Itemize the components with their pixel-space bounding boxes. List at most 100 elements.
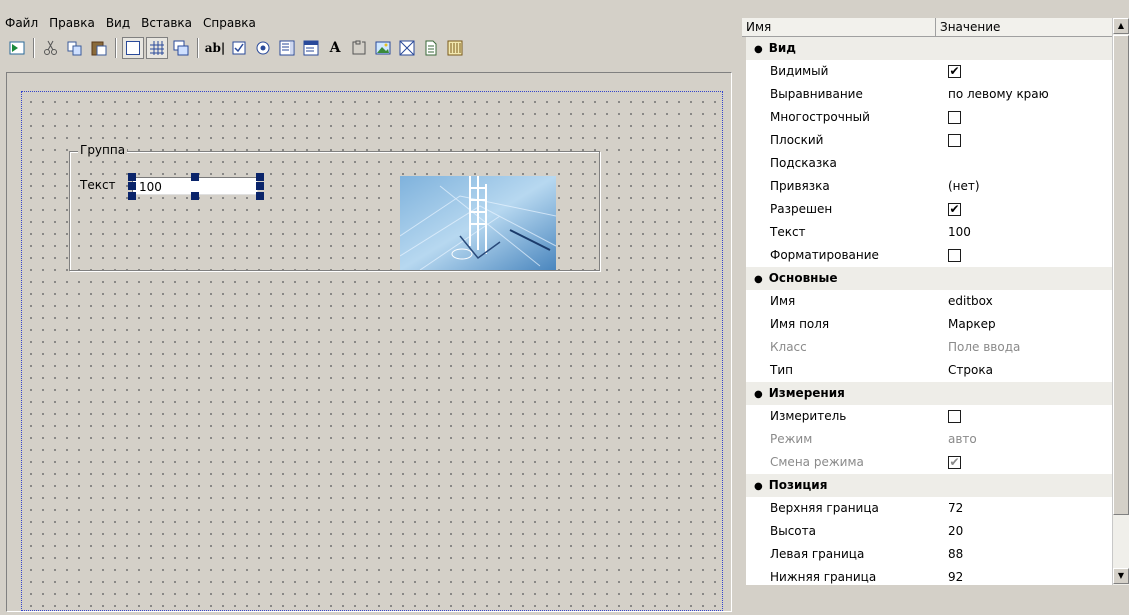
property-value-cell[interactable]: 20 xyxy=(936,520,1112,543)
property-row[interactable]: Привязка (нет) xyxy=(746,175,1112,198)
property-value-cell[interactable]: Строка xyxy=(936,359,1112,382)
selection-handle[interactable] xyxy=(256,182,264,190)
property-value-cell[interactable]: по левому краю xyxy=(936,83,1112,106)
checkbox-checked[interactable]: ✔ xyxy=(948,203,961,216)
property-value: editbox xyxy=(948,294,993,308)
selection-handle[interactable] xyxy=(256,173,264,181)
text-label[interactable]: Текст xyxy=(80,178,116,192)
checkbox-unchecked[interactable] xyxy=(948,134,961,147)
property-value: (нет) xyxy=(948,179,980,193)
property-value: авто xyxy=(948,432,977,446)
picture-box[interactable] xyxy=(400,176,556,270)
property-value-cell[interactable] xyxy=(936,152,1112,175)
menu-edit[interactable]: Правка xyxy=(44,10,101,30)
cut-icon[interactable] xyxy=(40,37,62,59)
property-value-cell[interactable]: 92 xyxy=(936,566,1112,585)
property-row[interactable]: Высота 20 xyxy=(746,520,1112,543)
property-checkbox-cell[interactable] xyxy=(936,106,1112,129)
property-category[interactable]: Измерения xyxy=(746,382,1112,405)
property-row[interactable]: Левая граница 88 xyxy=(746,543,1112,566)
property-value-cell[interactable]: Маркер xyxy=(936,313,1112,336)
property-value-cell[interactable]: 72 xyxy=(936,497,1112,520)
property-value-cell[interactable]: 100 xyxy=(936,221,1112,244)
property-row[interactable]: Многострочный xyxy=(746,106,1112,129)
property-row[interactable]: Подсказка xyxy=(746,152,1112,175)
property-value-cell[interactable]: (нет) xyxy=(936,175,1112,198)
picture-icon[interactable] xyxy=(372,37,394,59)
scroll-down-icon[interactable]: ▼ xyxy=(1113,568,1129,584)
property-scrollbar[interactable]: ▲ ▼ xyxy=(1112,18,1129,585)
property-row[interactable]: Тип Строка xyxy=(746,359,1112,382)
document-icon[interactable] xyxy=(420,37,442,59)
combobox-icon[interactable] xyxy=(300,37,322,59)
checkbox-unchecked[interactable] xyxy=(948,111,961,124)
property-checkbox-cell[interactable]: ✔ xyxy=(936,60,1112,83)
property-row[interactable]: Плоский xyxy=(746,129,1112,152)
layer-icon[interactable] xyxy=(170,37,192,59)
property-row[interactable]: Измеритель xyxy=(746,405,1112,428)
menu-help[interactable]: Справка xyxy=(198,10,262,30)
canvas-frame: Группа Текст 100 xyxy=(6,72,732,612)
property-name: Смена режима xyxy=(770,455,864,469)
text-label-glyph: ab| xyxy=(204,41,226,55)
paste-icon[interactable] xyxy=(88,37,110,59)
selection-handle[interactable] xyxy=(128,192,136,200)
run-icon[interactable] xyxy=(6,37,28,59)
scroll-up-icon[interactable]: ▲ xyxy=(1113,18,1129,34)
menu-view[interactable]: Вид xyxy=(101,10,136,30)
property-name: Режим xyxy=(770,432,813,446)
table-icon[interactable] xyxy=(444,37,466,59)
property-category[interactable]: Основные xyxy=(746,267,1112,290)
property-checkbox-cell[interactable] xyxy=(936,405,1112,428)
selection-handle[interactable] xyxy=(128,173,136,181)
property-value-cell[interactable]: editbox xyxy=(936,290,1112,313)
image-frame-icon[interactable] xyxy=(396,37,418,59)
property-category[interactable]: Вид xyxy=(746,37,1112,60)
property-row[interactable]: Текст 100 xyxy=(746,221,1112,244)
selection-handle[interactable] xyxy=(191,192,199,200)
listbox-icon[interactable] xyxy=(276,37,298,59)
property-row[interactable]: Видимый ✔ xyxy=(746,60,1112,83)
text-label-icon[interactable]: ab| xyxy=(204,37,226,59)
property-checkbox-cell[interactable]: ✔ xyxy=(936,451,1112,474)
property-row[interactable]: Смена режима ✔ xyxy=(746,451,1112,474)
property-value-cell[interactable]: 88 xyxy=(936,543,1112,566)
radio-icon[interactable] xyxy=(252,37,274,59)
design-canvas[interactable]: Группа Текст 100 xyxy=(21,91,723,611)
menu-insert[interactable]: Вставка xyxy=(136,10,198,30)
property-row[interactable]: Имя editbox xyxy=(746,290,1112,313)
menu-file[interactable]: Файл xyxy=(0,10,44,30)
scroll-thumb[interactable] xyxy=(1113,35,1129,515)
grid-icon[interactable] xyxy=(146,37,168,59)
property-row[interactable]: Класс Поле ввода xyxy=(746,336,1112,359)
property-row[interactable]: Выравнивание по левому краю xyxy=(746,83,1112,106)
copy-icon[interactable] xyxy=(64,37,86,59)
property-row[interactable]: Режим авто xyxy=(746,428,1112,451)
property-row[interactable]: Верхняя граница 72 xyxy=(746,497,1112,520)
property-checkbox-cell[interactable] xyxy=(936,129,1112,152)
frame-icon[interactable] xyxy=(122,37,144,59)
property-row[interactable]: Форматирование xyxy=(746,244,1112,267)
property-value-cell[interactable]: авто xyxy=(936,428,1112,451)
checkbox-unchecked[interactable] xyxy=(948,249,961,262)
selection-handle[interactable] xyxy=(128,182,136,190)
checkbox-checked[interactable]: ✔ xyxy=(948,65,961,78)
property-value: Маркер xyxy=(948,317,996,331)
column-value-header[interactable]: Значение xyxy=(936,18,1112,36)
checkbox-unchecked[interactable] xyxy=(948,410,961,423)
selection-handle[interactable] xyxy=(191,173,199,181)
property-row[interactable]: Разрешен ✔ xyxy=(746,198,1112,221)
property-row[interactable]: Нижняя граница 92 xyxy=(746,566,1112,585)
column-name-header[interactable]: Имя xyxy=(742,18,936,36)
checkbox-checked[interactable]: ✔ xyxy=(948,456,961,469)
property-category[interactable]: Позиция xyxy=(746,474,1112,497)
property-checkbox-cell[interactable] xyxy=(936,244,1112,267)
property-value-cell[interactable]: Поле ввода xyxy=(936,336,1112,359)
group-box[interactable]: Группа Текст 100 xyxy=(69,143,600,271)
group-icon[interactable] xyxy=(348,37,370,59)
selection-handle[interactable] xyxy=(256,192,264,200)
static-text-icon[interactable]: A xyxy=(324,37,346,59)
property-checkbox-cell[interactable]: ✔ xyxy=(936,198,1112,221)
property-row[interactable]: Имя поля Маркер xyxy=(746,313,1112,336)
checkbox-icon[interactable] xyxy=(228,37,250,59)
